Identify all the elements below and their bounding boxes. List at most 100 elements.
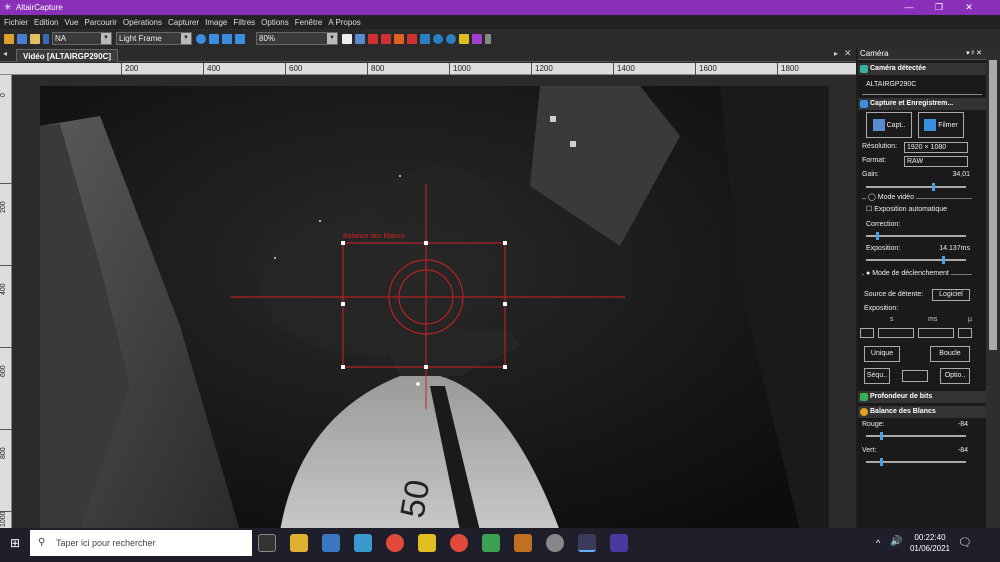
panel-menu-icon[interactable]: ▾ ᵖ ✕ xyxy=(966,48,982,60)
single-button[interactable]: Unique xyxy=(864,346,900,362)
stop-icon[interactable] xyxy=(235,33,245,44)
star-red-icon[interactable] xyxy=(368,33,378,44)
filter-select[interactable]: NA ▼ xyxy=(52,32,112,45)
loop-button[interactable]: Boucle xyxy=(930,346,970,362)
app-icon-red[interactable] xyxy=(386,534,404,552)
scroll-left-icon[interactable]: ◂ xyxy=(3,49,7,58)
grid-icon[interactable] xyxy=(420,33,430,44)
seconds-field[interactable] xyxy=(878,328,914,338)
notification-icon[interactable]: 🗨 xyxy=(958,536,972,549)
video-frame[interactable]: 50 Balance des Blancs xyxy=(40,86,829,528)
menu-image[interactable]: Image xyxy=(205,18,227,27)
menu-capturer[interactable]: Capturer xyxy=(168,18,199,27)
section-detected-camera[interactable]: Caméra détectée xyxy=(858,63,986,75)
crosshair-icon[interactable] xyxy=(381,33,391,44)
app-icon-orange[interactable] xyxy=(514,534,532,552)
auto-exposure-checkbox[interactable]: ☐ Exposition automatique xyxy=(866,205,947,213)
menu-filtres[interactable]: Filtres xyxy=(233,18,255,27)
app-icon-purple[interactable] xyxy=(610,534,628,552)
taskbar: ⊞ ⚲ Taper ici pour rechercher ^ 🔊 00:22:… xyxy=(0,528,1000,562)
section-white-balance[interactable]: Balance des Blancs xyxy=(858,406,986,418)
open-folder-icon[interactable] xyxy=(4,33,14,44)
file-explorer-icon[interactable] xyxy=(290,534,308,552)
red-slider-knob[interactable] xyxy=(880,432,883,440)
windows-start-icon[interactable]: ⊞ xyxy=(10,537,22,549)
maximize-button[interactable]: ❐ xyxy=(924,0,954,15)
rotate-right-icon[interactable] xyxy=(446,33,456,44)
app-icon-sphere[interactable] xyxy=(546,534,564,552)
calculator-icon[interactable] xyxy=(322,534,340,552)
gain-slider-knob[interactable] xyxy=(932,183,935,191)
sequence-button[interactable]: Séqu.. xyxy=(864,368,890,384)
correction-slider[interactable] xyxy=(866,232,966,240)
chrome-icon[interactable] xyxy=(450,534,468,552)
green-slider-knob[interactable] xyxy=(880,458,883,466)
altaircapture-taskbar-icon[interactable] xyxy=(578,534,596,552)
search-icon: ⚲ xyxy=(38,537,46,548)
minimize-button[interactable]: — xyxy=(894,0,924,15)
settings-icon[interactable] xyxy=(472,33,482,44)
split-toggle[interactable] xyxy=(902,370,928,382)
mail-icon[interactable] xyxy=(354,534,372,552)
sticky-notes-icon[interactable] xyxy=(418,534,436,552)
rotate-left-icon[interactable] xyxy=(433,33,443,44)
seconds-stepper[interactable] xyxy=(860,328,874,338)
close-tab-icon[interactable]: ✕ xyxy=(844,48,852,59)
panel-scrollbar[interactable] xyxy=(986,48,1000,528)
refresh-icon[interactable] xyxy=(196,33,206,44)
microseconds-field[interactable] xyxy=(958,328,972,338)
tab-list-icon[interactable]: ▸ xyxy=(834,49,838,58)
volume-icon[interactable]: 🔊 xyxy=(890,536,902,547)
green-slider[interactable] xyxy=(866,458,966,466)
options-button[interactable]: Optio.. xyxy=(940,368,970,384)
task-view-icon[interactable] xyxy=(258,534,276,552)
section-bit-depth[interactable]: Profondeur de bits xyxy=(858,391,986,403)
trigger-mode-radio[interactable]: ● Mode de déclenchement xyxy=(864,270,951,277)
gain-slider[interactable] xyxy=(866,183,966,191)
tab-video[interactable]: Vidéo [ALTAIRGP290C] xyxy=(16,49,119,62)
menu-options[interactable]: Options xyxy=(261,18,289,27)
resolution-select[interactable]: 1920 × 1080 xyxy=(904,142,968,153)
exposure-slider[interactable] xyxy=(866,256,966,264)
save-icon[interactable] xyxy=(17,33,27,44)
hand-icon[interactable] xyxy=(342,33,352,44)
more-icon[interactable] xyxy=(485,33,491,44)
menu-fichier[interactable]: Fichier xyxy=(4,18,28,27)
play-icon[interactable] xyxy=(209,33,219,44)
sun-icon[interactable] xyxy=(459,33,469,44)
ruler-tick xyxy=(121,63,122,75)
section-label: Caméra détectée xyxy=(870,65,927,72)
red-slider[interactable] xyxy=(866,432,966,440)
milliseconds-field[interactable] xyxy=(918,328,954,338)
section-capture[interactable]: Capture et Enregistrem... xyxy=(858,98,986,110)
exposure-slider-knob[interactable] xyxy=(942,256,945,264)
zoom-select[interactable]: 80% ▼ xyxy=(256,32,338,45)
camera-name[interactable]: ALTAIRGP290C xyxy=(862,75,982,95)
correction-slider-knob[interactable] xyxy=(876,232,879,240)
menu-parcourir[interactable]: Parcourir xyxy=(84,18,116,27)
pause-icon[interactable] xyxy=(222,33,232,44)
frame-type-select[interactable]: Light Frame ▼ xyxy=(116,32,192,45)
fit-icon[interactable] xyxy=(355,33,365,44)
pin-icon[interactable] xyxy=(43,33,49,44)
menu-operations[interactable]: Opérations xyxy=(123,18,162,27)
close-window-button[interactable]: ✕ xyxy=(954,0,984,15)
clock[interactable]: 00:22:40 01/06/2021 xyxy=(908,532,952,554)
capture-button[interactable]: Capt.. xyxy=(866,112,912,138)
app-icon-green[interactable] xyxy=(482,534,500,552)
menu-fenetre[interactable]: Fenêtre xyxy=(295,18,323,27)
menu-edition[interactable]: Edition xyxy=(34,18,58,27)
record-button[interactable]: Filmer xyxy=(918,112,964,138)
format-select[interactable]: RAW xyxy=(904,156,968,167)
trigger-source-select[interactable]: Logiciel xyxy=(932,289,970,301)
document-area: ◂ Vidéo [ALTAIRGP290C] ▸ ✕ 200 400 600 8… xyxy=(0,48,856,528)
video-mode-radio[interactable]: ◯ Mode vidéo xyxy=(866,193,916,201)
scrollbar-thumb[interactable] xyxy=(989,60,997,350)
taskbar-search[interactable]: ⚲ Taper ici pour rechercher xyxy=(30,530,252,556)
reticle-active-icon[interactable] xyxy=(394,33,404,44)
menu-vue[interactable]: Vue xyxy=(64,18,78,27)
image-icon[interactable] xyxy=(30,33,40,44)
menu-apropos[interactable]: A Propos xyxy=(328,18,360,27)
tray-chevron-icon[interactable]: ^ xyxy=(876,538,880,548)
target-icon[interactable] xyxy=(407,33,417,44)
